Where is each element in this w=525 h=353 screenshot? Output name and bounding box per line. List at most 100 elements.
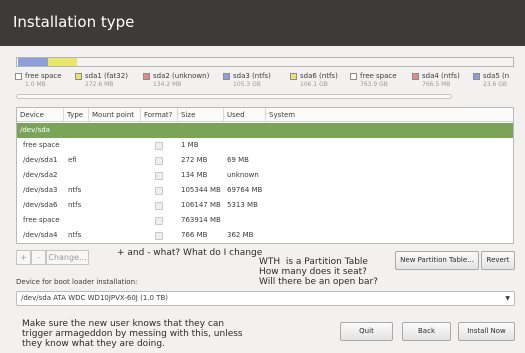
back-button[interactable]: Back <box>402 322 451 341</box>
annotation-bottom: Make sure the new user knows that they c… <box>22 319 243 349</box>
cell-size: 763914 MB <box>181 216 221 224</box>
cell-type: ntfs <box>68 201 82 209</box>
bootloader-device-value: /dev/sda ATA WDC WD10JPVX-60J (1.0 TB) <box>21 294 168 302</box>
cell-used: 362 MB <box>227 231 254 239</box>
legend-swatch <box>223 72 230 80</box>
partition-bar-segment: sda1 <box>17 58 48 66</box>
cell-device: /dev/sda6 <box>23 201 58 209</box>
cell-device: /dev/sda <box>20 126 50 134</box>
new-partition-table-button[interactable]: New Partition Table... <box>395 251 479 270</box>
legend-size: 766.5 MB <box>422 81 451 88</box>
cell-device: /dev/sda3 <box>23 186 58 194</box>
partition-bar: free spacesda1sda6rest <box>16 57 514 67</box>
install-now-button[interactable]: Install Now <box>458 322 515 341</box>
partition-table: Device Type Mount point Format? Size Use… <box>16 107 514 244</box>
page-title: Installation type <box>13 13 135 31</box>
table-row[interactable]: /dev/sda3 ntfs 105344 MB 69764 MB <box>17 183 513 198</box>
partition-bar-segment: sda6 <box>47 58 78 66</box>
legend-label: free space <box>360 72 397 80</box>
legend-label: sda6 (ntfs) <box>300 72 338 80</box>
column-header-device[interactable]: Device <box>17 108 64 122</box>
cell-type: ntfs <box>68 231 82 239</box>
column-header-format[interactable]: Format? <box>141 108 178 122</box>
format-checkbox[interactable] <box>155 232 163 240</box>
chevron-down-icon: ▼ <box>505 295 510 302</box>
legend-label: sda4 (ntfs) <box>422 72 460 80</box>
column-header-system[interactable]: System <box>266 108 513 122</box>
format-checkbox[interactable] <box>155 142 163 150</box>
cell-size: 106147 MB <box>181 201 221 209</box>
legend-horizontal-scrollbar[interactable] <box>16 94 452 99</box>
column-header-type[interactable]: Type <box>64 108 89 122</box>
cell-device: /dev/sda4 <box>23 231 58 239</box>
cell-used: 5313 MB <box>227 201 258 209</box>
legend-size: 1.0 MB <box>25 81 46 88</box>
revert-button[interactable]: Revert <box>481 251 515 270</box>
cell-device: /dev/sda1 <box>23 156 58 164</box>
quit-button[interactable]: Quit <box>340 322 393 341</box>
cell-size: 134 MB <box>181 171 208 179</box>
change-partition-button[interactable]: Change... <box>46 250 89 265</box>
partition-legend: free space 1.0 MB sda1 (fat32) 272.6 MB sda2… <box>15 72 515 94</box>
table-row[interactable]: /dev/sda4 ntfs 766 MB 362 MB <box>17 228 513 243</box>
column-header-used[interactable]: Used <box>224 108 266 122</box>
column-header-size[interactable]: Size <box>178 108 224 122</box>
partition-bar-segment: rest <box>77 58 513 66</box>
header-bar: Installation type <box>0 0 525 46</box>
cell-size: 766 MB <box>181 231 208 239</box>
legend-label: sda5 (n <box>483 72 510 80</box>
legend-swatch <box>290 72 297 80</box>
table-row[interactable]: /dev/sda6 ntfs 106147 MB 5313 MB <box>17 198 513 213</box>
format-checkbox[interactable] <box>155 202 163 210</box>
legend-label: free space <box>25 72 62 80</box>
annotation-add-remove: + and - what? What do I change <box>117 248 263 258</box>
cell-size: 1 MB <box>181 141 199 149</box>
table-row[interactable]: /dev/sda1 efi 272 MB 69 MB <box>17 153 513 168</box>
table-row[interactable]: /dev/sda <box>17 123 513 138</box>
format-checkbox[interactable] <box>155 217 163 225</box>
legend-swatch <box>143 72 150 80</box>
legend-item: sda4 (ntfs) 766.5 MB <box>412 72 460 88</box>
legend-item: sda3 (ntfs) 105.3 GB <box>223 72 271 88</box>
remove-partition-button[interactable]: - <box>31 250 46 265</box>
legend-item: free space 763.9 GB <box>350 72 397 88</box>
column-header-mount-point[interactable]: Mount point <box>89 108 141 122</box>
cell-device: free space <box>23 216 60 224</box>
cell-type: efi <box>68 156 77 164</box>
cell-type: ntfs <box>68 186 82 194</box>
legend-label: sda1 (fat32) <box>85 72 128 80</box>
legend-size: 272.6 MB <box>85 81 114 88</box>
bootloader-label: Device for boot loader installation: <box>16 278 138 286</box>
cell-used: unknown <box>227 171 259 179</box>
cell-device: /dev/sda2 <box>23 171 58 179</box>
legend-size: 763.9 GB <box>360 81 388 88</box>
cell-used: 69 MB <box>227 156 249 164</box>
cell-size: 272 MB <box>181 156 208 164</box>
add-partition-button[interactable]: + <box>16 250 31 265</box>
format-checkbox[interactable] <box>155 172 163 180</box>
legend-swatch <box>473 72 480 80</box>
table-row[interactable]: free space 1 MB <box>17 138 513 153</box>
table-row[interactable]: /dev/sda2 134 MB unknown <box>17 168 513 183</box>
legend-label: sda2 (unknown) <box>153 72 210 80</box>
legend-size: 106.1 GB <box>300 81 328 88</box>
format-checkbox[interactable] <box>155 187 163 195</box>
legend-item: free space 1.0 MB <box>15 72 62 88</box>
legend-swatch <box>350 72 357 80</box>
table-header: Device Type Mount point Format? Size Use… <box>17 108 513 122</box>
legend-item: sda1 (fat32) 272.6 MB <box>75 72 128 88</box>
legend-swatch <box>15 72 22 80</box>
legend-item: sda6 (ntfs) 106.1 GB <box>290 72 338 88</box>
legend-size: 105.3 GB <box>233 81 261 88</box>
bootloader-device-select[interactable]: /dev/sda ATA WDC WD10JPVX-60J (1.0 TB) ▼ <box>16 291 515 306</box>
cell-size: 105344 MB <box>181 186 221 194</box>
cell-used: 69764 MB <box>227 186 263 194</box>
legend-item: sda5 (n 23.6 GB <box>473 72 509 88</box>
legend-swatch <box>75 72 82 80</box>
cell-device: free space <box>23 141 60 149</box>
legend-label: sda3 (ntfs) <box>233 72 271 80</box>
legend-item: sda2 (unknown) 134.2 MB <box>143 72 209 88</box>
table-row[interactable]: free space 763914 MB <box>17 213 513 228</box>
legend-size: 134.2 MB <box>153 81 182 88</box>
format-checkbox[interactable] <box>155 157 163 165</box>
